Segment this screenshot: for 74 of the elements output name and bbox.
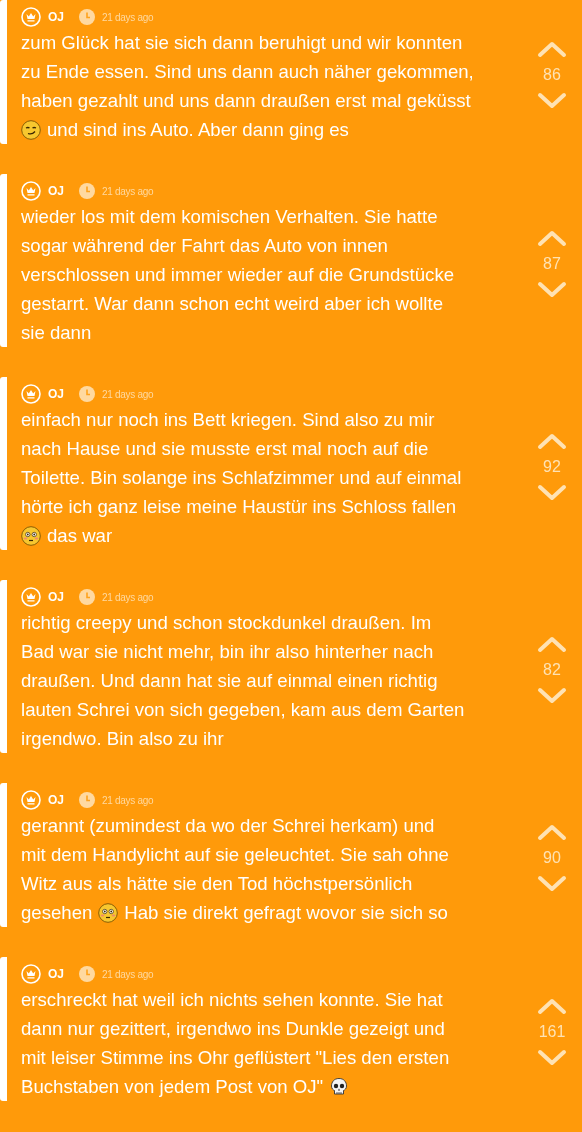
post-text: mit leiser Stimme ins Ohr geflüstert "Lies den ersten — [21, 1046, 450, 1070]
post-text: verschlossen und immer wieder auf die Grundstücke — [21, 263, 455, 287]
downvote-icon[interactable] — [537, 875, 567, 893]
downvote-icon[interactable] — [537, 1049, 567, 1067]
flushed-emoji-icon — [98, 902, 119, 923]
post-text: mit dem Handylicht auf sie geleuchtet. Sie sah ohne — [21, 843, 449, 867]
author-name[interactable]: OJ — [48, 590, 64, 604]
clock-icon — [79, 792, 95, 808]
crown-icon — [21, 587, 41, 607]
post-text: und sind ins Auto. Aber dann ging es — [47, 118, 349, 142]
post-text: hörte ich ganz leise meine Haustür ins Schloss fallen — [21, 495, 457, 519]
upvote-icon[interactable] — [537, 634, 567, 653]
clock-icon — [79, 9, 95, 25]
post-text: das war — [47, 524, 113, 548]
post-text: wieder los mit dem komischen Verhalten. Sie hatte — [21, 205, 438, 229]
post-time: 21 days ago — [102, 11, 154, 23]
author-name[interactable]: OJ — [48, 793, 64, 807]
upvote-icon[interactable] — [537, 228, 567, 247]
crown-icon — [21, 964, 41, 984]
post-text: erschreckt hat weil ich nichts sehen konnte. Sie hat — [21, 988, 443, 1012]
post-text: haben gezahlt und uns dann draußen erst mal geküsst — [21, 89, 471, 113]
upvote-icon[interactable] — [537, 823, 567, 841]
vote-count: 161 — [538, 1023, 566, 1041]
author-name[interactable]: OJ — [48, 184, 64, 198]
downvote-icon[interactable] — [537, 280, 567, 299]
post-time: 21 days ago — [102, 388, 154, 400]
upvote-icon[interactable] — [537, 431, 567, 450]
clock-icon — [79, 183, 95, 199]
post-text: einfach nur noch ins Bett kriegen. Sind also zu mir — [21, 408, 435, 432]
vote-count: 82 — [543, 660, 561, 679]
crown-icon — [21, 384, 41, 404]
vote-count: 87 — [543, 254, 561, 273]
skull-emoji-icon — [329, 1076, 350, 1097]
post-text: Bad war sie nicht mehr, bin ihr also hinterher nach — [21, 640, 434, 664]
post-text: Hab sie direkt gefragt wovor sie sich so — [124, 901, 448, 925]
vote-count: 92 — [543, 457, 561, 476]
author-name[interactable]: OJ — [48, 387, 64, 401]
upvote-icon[interactable] — [537, 997, 567, 1015]
clock-icon — [79, 966, 95, 982]
post-text: Witz aus als hätte sie den Tod höchstpersönlich — [21, 872, 413, 896]
post-text: dann nur gezittert, irgendwo ins Dunkle gezeigt und — [21, 1017, 445, 1041]
author-name[interactable]: OJ — [48, 10, 64, 24]
post-text: sogar während der Fahrt das Auto von innen — [21, 234, 388, 258]
downvote-icon[interactable] — [537, 92, 567, 110]
post-time: 21 days ago — [102, 794, 154, 806]
downvote-icon[interactable] — [537, 686, 567, 705]
post-text: gesehen — [21, 901, 93, 925]
smirk-emoji-icon — [21, 119, 41, 140]
author-name[interactable]: OJ — [48, 967, 64, 981]
crown-icon — [21, 181, 41, 201]
clock-icon — [79, 589, 95, 605]
post-time: 21 days ago — [102, 591, 154, 603]
post-text: draußen. Und dann hat sie auf einmal einen richtig — [21, 669, 438, 693]
upvote-icon[interactable] — [537, 40, 567, 58]
post-text: irgendwo. Bin also zu ihr — [21, 727, 224, 751]
post-time: 21 days ago — [102, 185, 154, 197]
post-text: nach Hause und sie musste erst mal noch auf die — [21, 437, 429, 461]
post-text: richtig creepy und schon stockdunkel draußen. Im — [21, 611, 432, 635]
post-text: sie dann — [21, 321, 92, 345]
post-text: zum Glück hat sie sich dann beruhigt und wir konnten — [21, 31, 463, 55]
post-text: Buchstaben von jedem Post von OJ" — [21, 1075, 324, 1099]
vote-count: 90 — [543, 849, 561, 867]
vote-count: 86 — [543, 66, 561, 84]
crown-icon — [21, 790, 41, 810]
crown-icon — [21, 7, 41, 27]
post-text: gerannt (zumindest da wo der Schrei herkam) und — [21, 814, 435, 838]
post-text: lauten Schrei von sich gegeben, kam aus dem Garten — [21, 698, 465, 722]
post-text: Toilette. Bin solange ins Schlafzimmer und auf einmal — [21, 466, 462, 490]
downvote-icon[interactable] — [537, 483, 567, 502]
post-time: 21 days ago — [102, 968, 154, 980]
clock-icon — [79, 386, 95, 402]
post-text: gestarrt. War dann schon echt weird aber ich wollte — [21, 292, 443, 316]
flushed-emoji-icon — [21, 525, 41, 546]
post-text: zu Ende essen. Sind uns dann auch näher gekommen, — [21, 60, 474, 84]
